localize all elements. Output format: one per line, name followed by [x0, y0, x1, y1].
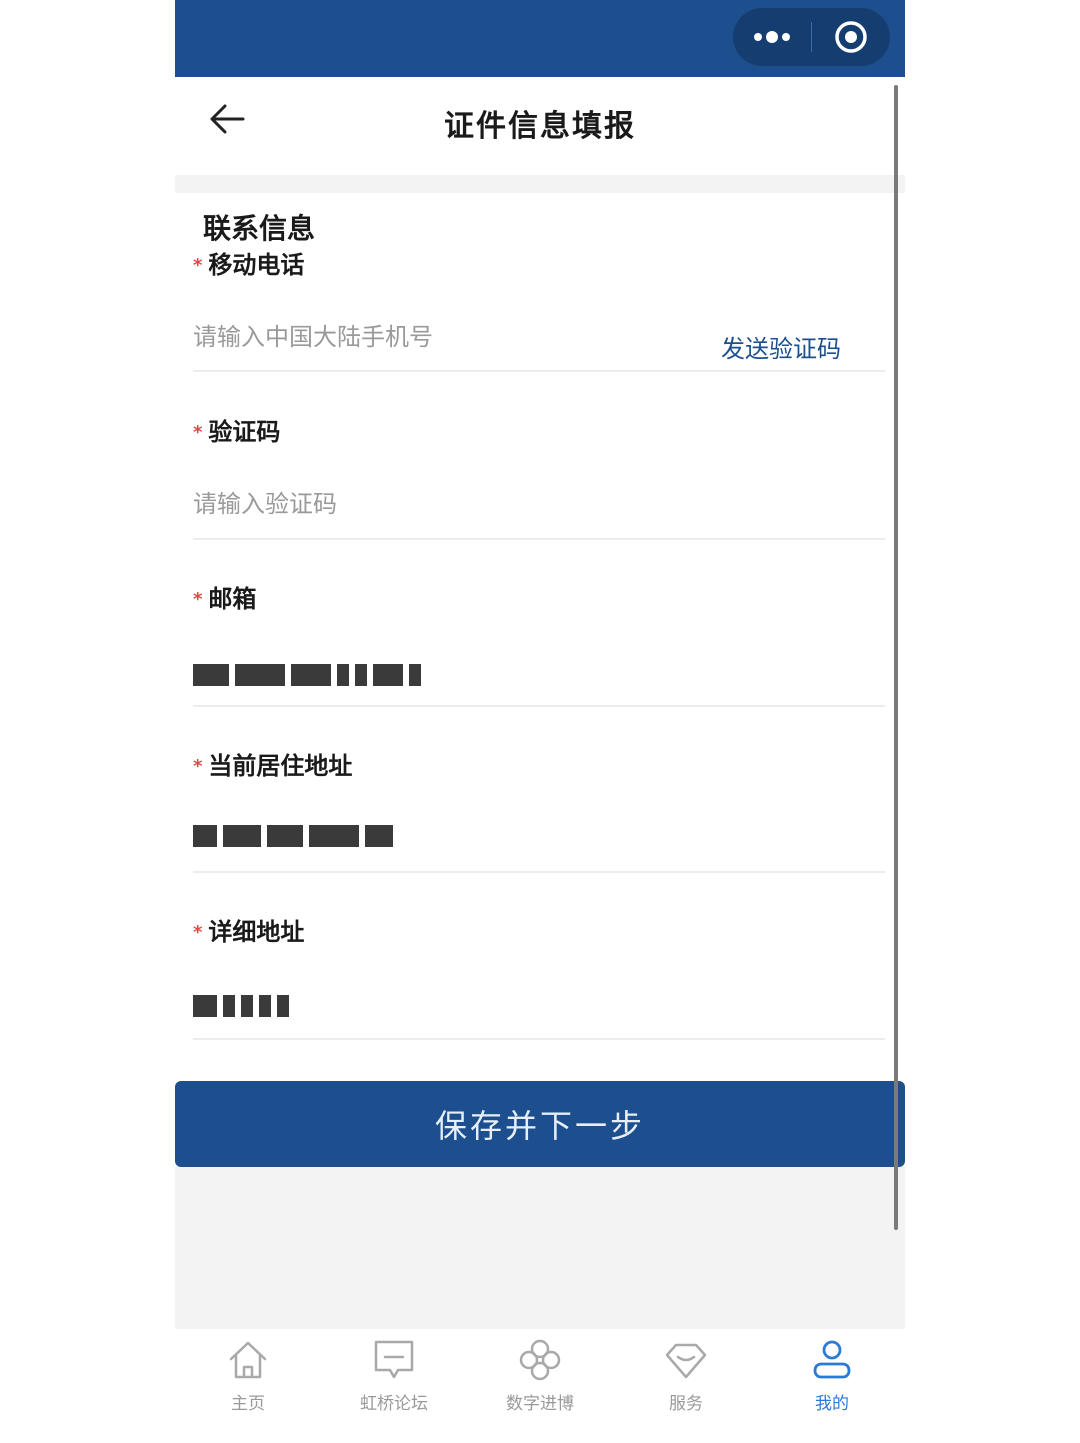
tab-service[interactable]: 服务 [613, 1329, 759, 1443]
more-menu-button[interactable] [733, 8, 811, 66]
more-dots-icon [754, 31, 790, 43]
email-underline [193, 705, 885, 707]
tab-label: 主页 [231, 1394, 265, 1414]
phone-input[interactable] [193, 317, 693, 357]
detail-address-label: * 详细地址 [193, 918, 305, 946]
required-mark: * [193, 589, 203, 610]
section-title: 联系信息 [203, 212, 316, 245]
tab-label: 数字进博 [506, 1394, 574, 1414]
user-icon [813, 1340, 851, 1379]
detail-address-underline [193, 1038, 885, 1040]
code-input[interactable] [193, 484, 885, 524]
home-icon [229, 1341, 267, 1379]
target-close-icon [835, 21, 867, 53]
tab-home[interactable]: 主页 [175, 1329, 321, 1443]
email-label: * 邮箱 [193, 585, 257, 613]
clover-icon [519, 1339, 561, 1381]
scrollbar[interactable] [894, 85, 898, 1230]
chat-icon [374, 1340, 414, 1379]
detail-address-input-pixelated[interactable] [193, 991, 289, 1021]
close-mini-program-button[interactable] [812, 8, 890, 66]
tab-forum[interactable]: 虹桥论坛 [321, 1329, 467, 1443]
mini-program-capsule [733, 8, 890, 66]
tab-label: 服务 [669, 1394, 703, 1414]
tab-label: 虹桥论坛 [360, 1394, 428, 1414]
address-underline [193, 871, 885, 873]
required-mark: * [193, 422, 203, 443]
tab-digital-expo[interactable]: 数字进博 [467, 1329, 613, 1443]
save-next-button[interactable]: 保存并下一步 [175, 1081, 905, 1167]
tab-me[interactable]: 我的 [759, 1329, 905, 1443]
phone-underline [193, 370, 885, 372]
code-label: * 验证码 [193, 418, 281, 446]
required-mark: * [193, 255, 203, 276]
bottom-blank-area [175, 1167, 905, 1329]
email-input-pixelated[interactable] [193, 660, 421, 690]
contact-form: 联系信息 *移动电话 发送验证码 *验证码 *邮箱 *当前居住地址 [175, 193, 890, 1073]
required-mark: * [193, 922, 203, 943]
diamond-icon [665, 1343, 707, 1379]
section-gap [175, 175, 905, 193]
tab-bar: 主页 虹桥论坛 数字进博 服务 我的 [175, 1329, 905, 1443]
address-input-pixelated[interactable] [193, 821, 393, 851]
tab-label: 我的 [815, 1394, 849, 1414]
page-title: 证件信息填报 [444, 109, 636, 144]
nav-bar: 证件信息填报 [175, 77, 905, 175]
phone-label: * 移动电话 [193, 251, 305, 279]
send-code-button[interactable]: 发送验证码 [721, 329, 841, 364]
address-label: * 当前居住地址 [193, 752, 353, 780]
status-bar [175, 0, 905, 77]
required-mark: * [193, 756, 203, 777]
phone-screen: 证件信息填报 联系信息 *移动电话 发送验证码 *验证码 *邮箱 *当前居住地址 [175, 0, 905, 1443]
code-underline [193, 538, 885, 540]
